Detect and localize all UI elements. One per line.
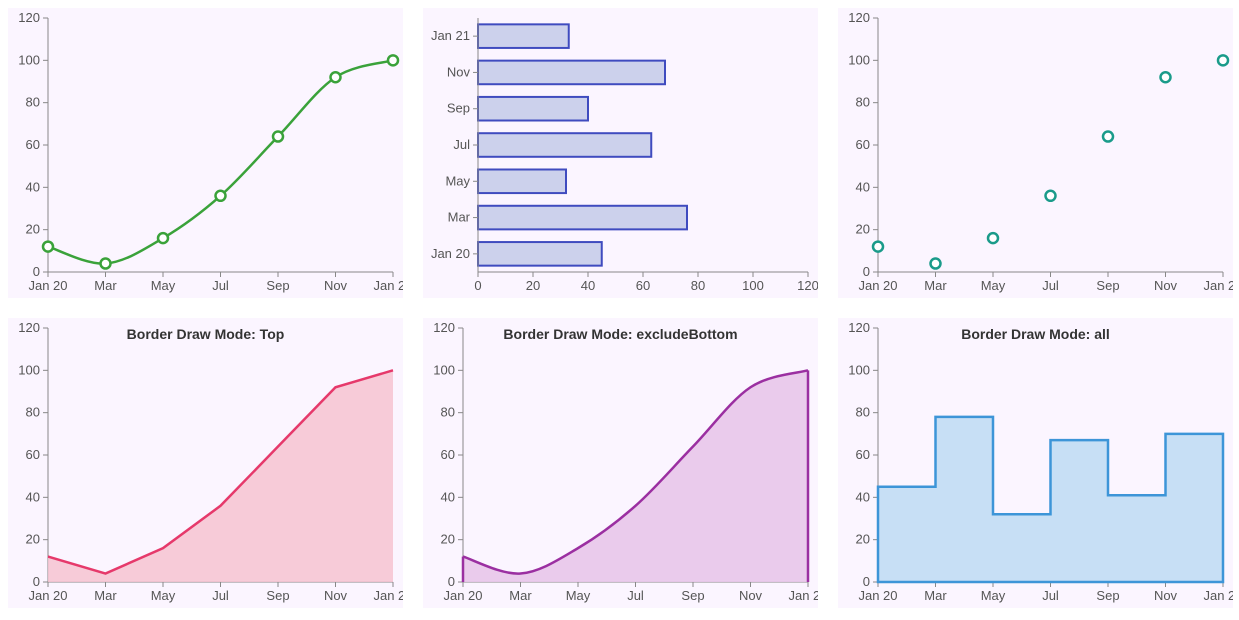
svg-text:120: 120 [848, 10, 870, 25]
panel-title: Border Draw Mode: excludeBottom [423, 326, 818, 342]
svg-text:0: 0 [33, 574, 40, 589]
svg-text:Jul: Jul [212, 278, 229, 293]
panel-area-excludebottom: Border Draw Mode: excludeBottom 02040608… [423, 318, 818, 608]
svg-text:Jan 21: Jan 21 [788, 588, 818, 603]
svg-text:Jan 20: Jan 20 [28, 588, 67, 603]
svg-text:40: 40 [26, 179, 40, 194]
svg-text:20: 20 [526, 278, 540, 293]
svg-text:60: 60 [26, 137, 40, 152]
svg-text:100: 100 [18, 52, 40, 67]
svg-text:Jul: Jul [453, 137, 470, 152]
svg-text:Nov: Nov [1154, 278, 1178, 293]
svg-text:80: 80 [26, 95, 40, 110]
svg-text:40: 40 [581, 278, 595, 293]
svg-text:20: 20 [856, 222, 870, 237]
svg-text:40: 40 [856, 489, 870, 504]
bar-chart[interactable]: Jan 20 Mar May Jul Sep Nov Jan 21 0 20 40 60 80 100 1… [423, 8, 818, 298]
scatter-chart[interactable]: 0 20 40 60 80 100 120 Jan 20 Mar May Jul Sep Nov Jan … [838, 8, 1233, 298]
panel-line: 0 20 40 60 80 100 120 Jan 20 Mar May Jul Sep Nov Jan … [8, 8, 403, 298]
svg-text:0: 0 [448, 574, 455, 589]
panel-title: Border Draw Mode: all [838, 326, 1233, 342]
panel-bar: Jan 20 Mar May Jul Sep Nov Jan 21 0 20 40 60 80 100 1… [423, 8, 818, 298]
svg-text:Jan 20: Jan 20 [858, 278, 897, 293]
svg-text:Jul: Jul [1042, 278, 1059, 293]
svg-text:60: 60 [856, 447, 870, 462]
svg-text:Jul: Jul [1042, 588, 1059, 603]
svg-text:20: 20 [441, 532, 455, 547]
svg-text:120: 120 [18, 10, 40, 25]
svg-text:80: 80 [691, 278, 705, 293]
svg-text:May: May [151, 588, 176, 603]
svg-text:May: May [981, 278, 1006, 293]
svg-text:40: 40 [441, 489, 455, 504]
svg-text:80: 80 [856, 95, 870, 110]
svg-text:Nov: Nov [447, 64, 471, 79]
svg-text:20: 20 [26, 222, 40, 237]
svg-text:May: May [151, 278, 176, 293]
svg-text:Mar: Mar [924, 588, 947, 603]
svg-text:100: 100 [742, 278, 764, 293]
svg-text:0: 0 [863, 264, 870, 279]
area-chart-excludebottom[interactable]: 020406080100120Jan 20MarMayJulSepNovJan … [423, 318, 818, 608]
svg-text:Mar: Mar [448, 210, 471, 225]
svg-text:60: 60 [441, 447, 455, 462]
svg-text:May: May [566, 588, 591, 603]
svg-text:Jan 21: Jan 21 [373, 278, 403, 293]
svg-text:Sep: Sep [447, 101, 470, 116]
svg-text:100: 100 [18, 362, 40, 377]
svg-text:Sep: Sep [1096, 588, 1119, 603]
svg-text:Jan 20: Jan 20 [443, 588, 482, 603]
svg-text:80: 80 [441, 405, 455, 420]
svg-text:May: May [981, 588, 1006, 603]
svg-text:Jul: Jul [627, 588, 644, 603]
svg-text:20: 20 [26, 532, 40, 547]
svg-text:Jan 21: Jan 21 [431, 28, 470, 43]
svg-text:20: 20 [856, 532, 870, 547]
svg-text:Jan 21: Jan 21 [1203, 588, 1233, 603]
svg-text:Jan 21: Jan 21 [373, 588, 403, 603]
svg-text:100: 100 [848, 52, 870, 67]
svg-text:100: 100 [433, 362, 455, 377]
svg-text:Sep: Sep [266, 278, 289, 293]
svg-text:Mar: Mar [924, 278, 947, 293]
svg-text:60: 60 [856, 137, 870, 152]
svg-text:Mar: Mar [94, 588, 117, 603]
chart-grid: 020406080100120Jan 20MarMayJulSepNovJan … [0, 0, 1239, 620]
svg-text:0: 0 [474, 278, 481, 293]
svg-text:May: May [445, 173, 470, 188]
svg-text:60: 60 [26, 447, 40, 462]
svg-text:Mar: Mar [509, 588, 532, 603]
area-chart-top[interactable]: 020406080100120Jan 20MarMayJulSepNovJan … [8, 318, 403, 608]
svg-text:Sep: Sep [266, 588, 289, 603]
svg-text:Jan 20: Jan 20 [858, 588, 897, 603]
svg-text:0: 0 [863, 574, 870, 589]
svg-text:Sep: Sep [1096, 278, 1119, 293]
svg-text:100: 100 [848, 362, 870, 377]
panel-area-top: Border Draw Mode: Top 020406080100120Jan… [8, 318, 403, 608]
svg-text:80: 80 [26, 405, 40, 420]
panel-title: Border Draw Mode: Top [8, 326, 403, 342]
area-chart-all[interactable]: 020406080100120Jan 20MarMayJulSepNovJan … [838, 318, 1233, 608]
svg-text:Nov: Nov [739, 588, 763, 603]
svg-text:60: 60 [636, 278, 650, 293]
svg-text:Nov: Nov [1154, 588, 1178, 603]
svg-text:80: 80 [856, 405, 870, 420]
svg-text:Jan 20: Jan 20 [28, 278, 67, 293]
svg-text:Nov: Nov [324, 278, 348, 293]
svg-text:Mar: Mar [94, 278, 117, 293]
svg-text:Jul: Jul [212, 588, 229, 603]
panel-scatter: 0 20 40 60 80 100 120 Jan 20 Mar May Jul Sep Nov Jan … [838, 8, 1233, 298]
svg-text:40: 40 [856, 179, 870, 194]
svg-text:Sep: Sep [681, 588, 704, 603]
svg-text:40: 40 [26, 489, 40, 504]
panel-area-all: Border Draw Mode: all 020406080100120Jan… [838, 318, 1233, 608]
svg-text:Jan 21: Jan 21 [1203, 278, 1233, 293]
svg-text:120: 120 [797, 278, 818, 293]
line-chart[interactable]: 0 20 40 60 80 100 120 Jan 20 Mar May Jul Sep Nov Jan … [8, 8, 403, 298]
svg-text:0: 0 [33, 264, 40, 279]
svg-text:Jan 20: Jan 20 [431, 246, 470, 261]
svg-text:Nov: Nov [324, 588, 348, 603]
